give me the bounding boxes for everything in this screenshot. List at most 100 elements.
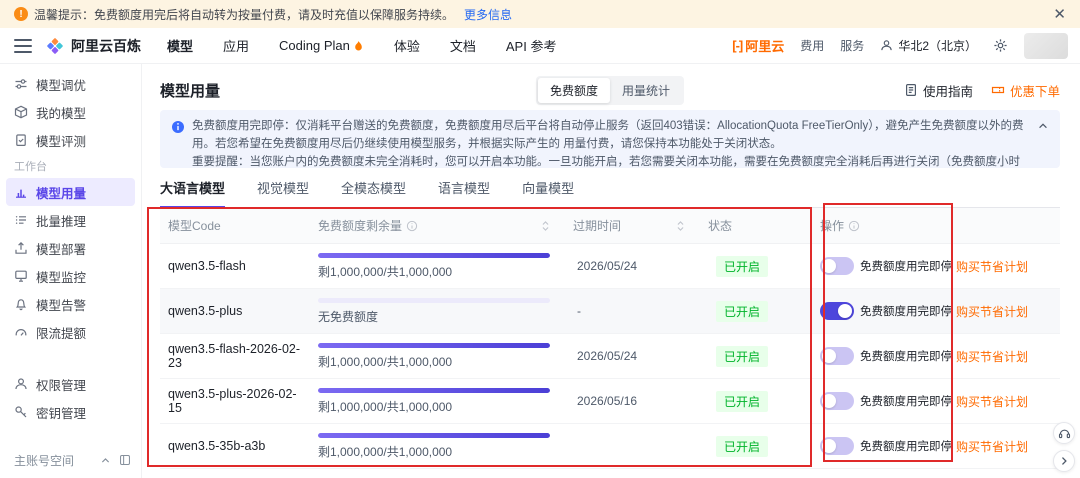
toggle-label: 免费额度用完即停 [860,261,952,273]
quota-progress-bar [318,297,550,303]
sidebar-item-model-monitoring[interactable]: 模型监控 [0,262,141,290]
buy-savings-plan-link[interactable]: 购买节省计划 [956,440,1028,454]
close-icon[interactable]: ✕ [1053,7,1066,22]
stop-on-exhaust-toggle[interactable] [820,437,854,455]
expire-date: 2026/05/16 [577,394,638,408]
tab-omni[interactable]: 全模态模型 [341,178,406,208]
deploy-icon [15,241,27,254]
status-badge: 已开启 [716,390,769,412]
stop-on-exhaust-toggle[interactable] [820,347,854,365]
aliyun-logo[interactable]: [-] 阿里云 [732,36,784,55]
gauge-icon [15,329,27,336]
sort-icon[interactable] [540,220,551,232]
view-switcher: 免费额度 用量统计 [535,75,685,105]
sidebar-item-key-management[interactable]: 密钥管理 [0,398,141,426]
nav-coding-plan[interactable]: Coding Plan [279,38,364,53]
sidebar-item-model-evaluation[interactable]: 模型评测 [0,126,141,154]
nav-models[interactable]: 模型 [167,36,193,55]
sidebar-item-model-usage[interactable]: 模型用量 [6,178,135,206]
sidebar-item-model-deployment[interactable]: 模型部署 [0,234,141,262]
sidebar-item-rate-limit-quota[interactable]: 限流提额 [0,318,141,346]
page-header: 模型用量 免费额度 用量统计 使用指南 优惠下单 [160,75,1060,105]
sidebar-item-batch-inference[interactable]: 批量推理 [0,206,141,234]
document-icon [905,84,916,97]
help-info-icon[interactable] [406,220,418,232]
service-link[interactable]: 服务 [840,37,864,54]
status-badge: 已开启 [716,345,769,367]
floating-tools [1053,422,1075,472]
sidebar-item-permission-management[interactable]: 权限管理 [0,370,141,398]
quota-remaining-text: 无免费额度 [318,309,379,324]
nav-playground[interactable]: 体验 [394,36,420,55]
col-status: 状态 [708,219,733,233]
sort-icon[interactable] [675,220,686,232]
sidebar-item-model-tuning[interactable]: 模型调优 [0,70,141,98]
buy-savings-plan-link[interactable]: 购买节省计划 [956,260,1028,274]
status-badge: 已开启 [716,435,769,457]
chevron-right-icon[interactable] [1053,450,1075,472]
tab-speech[interactable]: 语言模型 [438,178,490,208]
gear-icon[interactable] [993,38,1008,53]
hot-flame-icon [355,40,362,50]
table-row: qwen3.5-plus 无免费额度 - 已开启 免费额度用完即停 购买节省计划 [160,289,1060,334]
model-code: qwen3.5-flash-2026-02-23 [168,342,301,370]
quota-progress-bar [318,387,550,393]
support-headset-icon[interactable] [1053,422,1075,444]
stop-on-exhaust-toggle[interactable] [820,302,854,320]
info-notice: 免费额度用完即停：仅消耗平台赠送的免费额度，免费额度用尽后平台将自动停止服务（返… [160,110,1060,168]
toggle-label: 免费额度用完即停 [860,396,952,408]
nav-apps[interactable]: 应用 [223,36,249,55]
tab-llm[interactable]: 大语言模型 [160,178,226,208]
quota-progress-bar [318,432,550,438]
nav-api-reference[interactable]: API 参考 [506,36,557,55]
tab-embedding[interactable]: 向量模型 [522,178,574,208]
user-guide-link[interactable]: 使用指南 [904,81,973,100]
table-row: qwen3.5-flash-2026-02-23 剩1,000,000/共1,0… [160,334,1060,379]
notice-banner: ! 温馨提示：免费额度用完后将自动转为按量付费，请及时充值以保障服务持续。 更多… [0,0,1080,28]
tab-usage-stats[interactable]: 用量统计 [610,78,682,103]
nav-docs[interactable]: 文档 [450,36,476,55]
model-code: qwen3.5-35b-a3b [168,439,266,453]
sidebar: 模型调优 我的模型 模型评测 工作台 模型用量 批量推理 模型部署 模型监控 模… [0,64,142,478]
info-icon [172,121,184,133]
region-selector[interactable]: 华北2（北京） [880,37,977,54]
status-badge: 已开启 [716,300,769,322]
model-code: qwen3.5-flash [168,259,246,273]
product-logo[interactable]: 阿里云百炼 [46,36,141,56]
banner-more-link[interactable]: 更多信息 [464,6,512,23]
billing-link[interactable]: 费用 [800,37,824,54]
model-type-tabs: 大语言模型 视觉模型 全模态模型 语言模型 向量模型 [160,172,1060,208]
monitor-icon [15,270,27,282]
col-free-quota: 免费额度剩余量 [310,217,565,234]
stop-on-exhaust-toggle[interactable] [820,392,854,410]
menu-icon[interactable] [14,38,32,53]
avatar[interactable] [1024,32,1068,59]
tab-free-quota[interactable]: 免费额度 [537,77,610,103]
tune-icon [15,79,27,89]
buy-savings-plan-link[interactable]: 购买节省计划 [956,305,1028,319]
buy-savings-plan-link[interactable]: 购买节省计划 [956,350,1028,364]
buy-savings-plan-link[interactable]: 购买节省计划 [956,395,1028,409]
stop-on-exhaust-toggle[interactable] [820,257,854,275]
table-row: qwen3.5-plus-2026-02-15 剩1,000,000/共1,00… [160,379,1060,424]
aliyun-bracket-icon: [-] [732,38,743,53]
notice-paragraph-2: 重要提醒：当您账户内的免费额度未完全消耗时，您可以开启本功能。一旦功能开启，若您… [192,155,1020,168]
chevron-up-icon[interactable] [100,455,111,466]
tab-vision[interactable]: 视觉模型 [257,178,309,208]
sidebar-item-model-alerts[interactable]: 模型告警 [0,290,141,318]
account-space-label: 主账号空间 [14,453,75,468]
app-header: 阿里云百炼 模型 应用 Coding Plan 体验 文档 API 参考 [-]… [0,28,1080,64]
help-info-icon[interactable] [848,220,860,232]
discount-order-link[interactable]: 优惠下单 [991,81,1060,100]
toggle-label: 免费额度用完即停 [860,351,952,363]
sidebar-footer: 主账号空间 [0,448,141,472]
banner-text: 温馨提示：免费额度用完后将自动转为按量付费，请及时充值以保障服务持续。 [34,7,455,22]
page-title: 模型用量 [160,82,221,100]
collapse-panel-icon[interactable] [119,454,131,466]
expire-date: 2026/05/24 [577,259,638,273]
expire-date: 2026/05/24 [577,349,638,363]
sidebar-item-my-models[interactable]: 我的模型 [0,98,141,126]
col-expire-time: 过期时间 [565,217,700,234]
quota-remaining-text: 剩1,000,000/共1,000,000 [318,264,453,279]
chevron-up-icon[interactable] [1037,120,1049,132]
